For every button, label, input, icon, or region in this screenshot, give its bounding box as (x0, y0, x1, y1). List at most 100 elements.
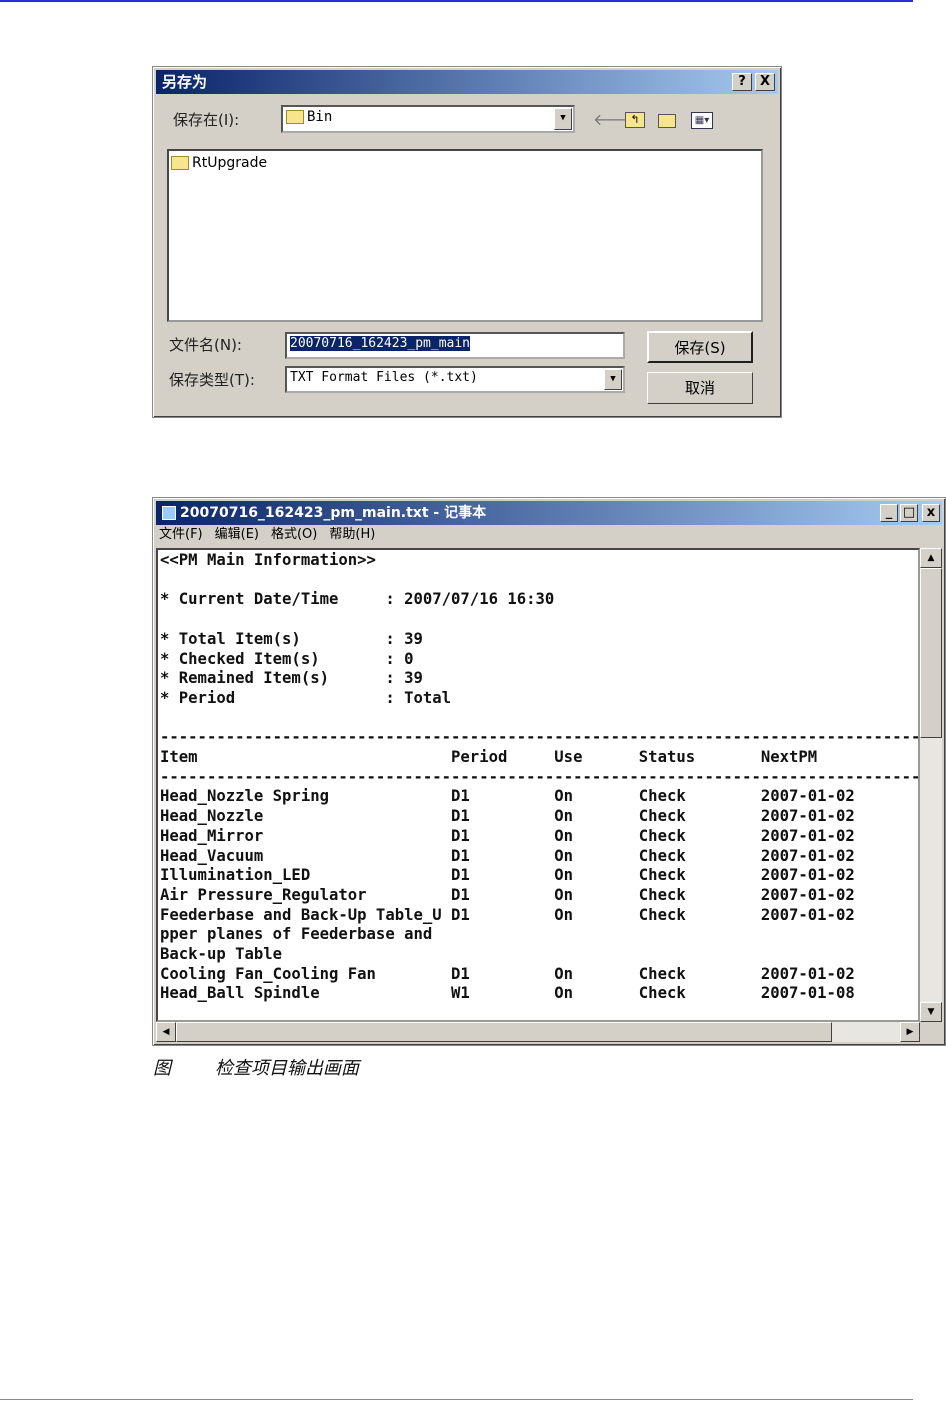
horizontal-scrollbar[interactable]: ◀ ▶ (156, 1022, 920, 1042)
scroll-right-icon[interactable]: ▶ (900, 1022, 920, 1042)
cell-next: 2007-01-02 (760, 787, 855, 806)
filename-label: 文件名(N): (169, 336, 242, 354)
cell-period: D1 (451, 964, 470, 983)
info-value: : 0 (385, 649, 414, 668)
view-menu-icon[interactable]: ▦▾ (691, 112, 713, 129)
chevron-down-icon[interactable]: ▼ (604, 369, 622, 390)
cell-item: pper planes of Feederbase and (160, 925, 433, 944)
cell-item: Head_Vacuum (160, 846, 264, 865)
cell-status: Check (638, 964, 686, 983)
file-type-dropdown[interactable]: TXT Format Files (*.txt) ▼ (285, 366, 625, 393)
save-in-dropdown[interactable]: Bin ▼ (281, 105, 575, 133)
heading-line: <<PM Main Information>> (160, 551, 376, 569)
info-value: : 2007/07/16 16:30 (385, 590, 555, 609)
info-value: : 39 (385, 669, 423, 688)
dialog-title: 另存为 (162, 73, 208, 91)
scroll-left-icon[interactable]: ◀ (156, 1022, 176, 1042)
cell-status: Check (638, 905, 686, 924)
info-value: : Total (385, 688, 452, 707)
folder-icon (171, 156, 189, 170)
cell-item: Air Pressure_Regulator (160, 885, 367, 904)
cell-item: Head_Nozzle Spring (160, 787, 329, 806)
filename-value: 20070716_162423_pm_main (290, 336, 471, 351)
file-name: RtUpgrade (192, 155, 268, 171)
file-item[interactable]: RtUpgrade (171, 155, 267, 171)
cell-item: Feederbase and Back-Up Table_U (160, 905, 442, 924)
cell-item: Cooling Fan_Cooling Fan (160, 964, 376, 983)
info-label: * Checked Item(s) (160, 649, 320, 668)
cell-status: Check (638, 885, 686, 904)
cell-use: On (554, 964, 574, 983)
info-value: : 39 (385, 629, 423, 648)
menu-bar: 文件(F) 编辑(E) 格式(O) 帮助(H) (159, 525, 375, 545)
h-scroll-thumb[interactable] (176, 1022, 832, 1042)
info-label: * Period (160, 688, 236, 707)
menu-help[interactable]: 帮助(H) (329, 527, 375, 542)
menu-file[interactable]: 文件(F) (159, 527, 203, 542)
menu-edit[interactable]: 编辑(E) (215, 527, 259, 542)
cell-item: Back-up Table (160, 945, 283, 963)
column-header-use: Use (554, 748, 583, 766)
cell-period: D1 (451, 826, 470, 845)
cell-item: Head_Mirror (160, 826, 264, 845)
scroll-thumb[interactable] (920, 568, 942, 738)
cell-use: On (554, 905, 574, 924)
page-top-rule (0, 0, 913, 2)
cell-use: On (554, 885, 574, 904)
notepad-title-bar: 20070716_162423_pm_main.txt - 记事本 _ □ x (156, 501, 942, 525)
cell-status: Check (638, 984, 686, 1003)
minimize-button[interactable]: _ (880, 504, 898, 522)
new-folder-icon[interactable] (658, 114, 676, 128)
info-label: * Current Date/Time (160, 590, 339, 609)
info-label: * Total Item(s) (160, 629, 301, 648)
cell-period: D1 (451, 846, 470, 865)
text-area[interactable]: <<PM Main Information>> * Current Date/T… (156, 548, 920, 1022)
cell-next: 2007-01-02 (760, 807, 855, 826)
cell-period: D1 (451, 807, 470, 826)
cell-period: D1 (451, 885, 470, 904)
cell-status: Check (638, 807, 686, 826)
chevron-down-icon[interactable]: ▼ (554, 108, 572, 130)
menu-format[interactable]: 格式(O) (271, 527, 317, 542)
cell-next: 2007-01-02 (760, 885, 855, 904)
column-header-item: Item (160, 748, 198, 766)
figure-caption: 图 检查项目输出画面 (153, 1054, 359, 1080)
info-label: * Remained Item(s) (160, 669, 329, 688)
caption-figure-label: 图 (153, 1058, 171, 1079)
column-header-nextpm: NextPM (760, 748, 818, 766)
file-type-label: 保存类型(T): (169, 371, 255, 389)
cell-use: On (554, 846, 574, 865)
close-button[interactable]: x (922, 504, 940, 522)
cell-period: D1 (451, 905, 470, 924)
cell-use: On (554, 807, 574, 826)
cell-use: On (554, 984, 574, 1003)
cell-status: Check (638, 787, 686, 806)
cell-next: 2007-01-08 (760, 984, 855, 1003)
caption-text: 检查项目输出画面 (215, 1058, 359, 1079)
separator-line: ----------------------------------------… (160, 767, 920, 786)
cell-item: Head_Nozzle (160, 807, 264, 826)
close-button[interactable]: X (755, 73, 775, 91)
page-bottom-rule (0, 1399, 913, 1400)
maximize-button[interactable]: □ (900, 504, 918, 522)
separator-line: ----------------------------------------… (160, 728, 920, 747)
vertical-scrollbar[interactable]: ▲ ▼ (920, 548, 942, 1022)
column-header-status: Status (638, 748, 696, 766)
save-button[interactable]: 保存(S) (647, 331, 753, 363)
cell-period: D1 (451, 866, 470, 885)
cancel-button[interactable]: 取消 (647, 372, 753, 404)
up-folder-icon[interactable]: ↰ (625, 112, 645, 128)
filename-input[interactable]: 20070716_162423_pm_main (285, 332, 625, 359)
file-list[interactable]: RtUpgrade (167, 149, 763, 322)
cell-next: 2007-01-02 (760, 905, 855, 924)
help-button[interactable]: ? (732, 73, 752, 91)
notepad-title: 20070716_162423_pm_main.txt - 记事本 (180, 505, 487, 521)
save-as-dialog: 另存为 ? X 保存在(I): Bin ▼ 🡐 ↰ ▦▾ RtUpgrade 文… (152, 66, 782, 418)
cell-use: On (554, 866, 574, 885)
notepad-window: 20070716_162423_pm_main.txt - 记事本 _ □ x … (152, 497, 946, 1046)
save-in-value: Bin (307, 109, 333, 125)
cell-status: Check (638, 826, 686, 845)
notepad-icon (162, 506, 176, 520)
scroll-down-icon[interactable]: ▼ (920, 1002, 942, 1022)
scroll-up-icon[interactable]: ▲ (920, 548, 942, 568)
